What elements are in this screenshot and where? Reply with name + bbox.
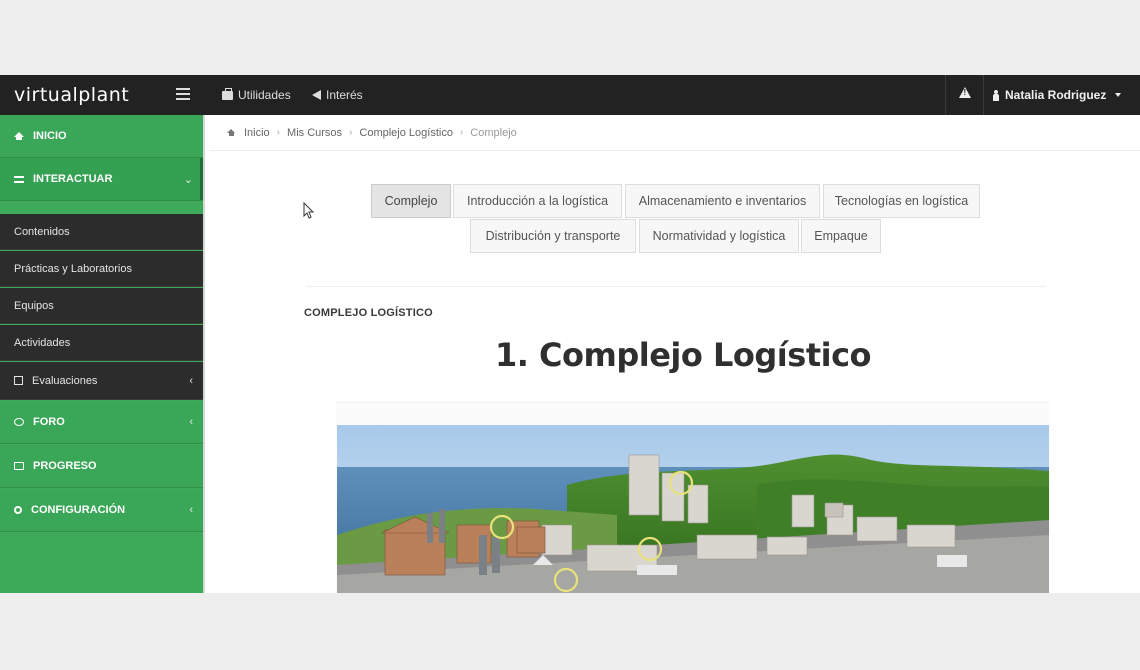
breadcrumb-separator: ›: [459, 127, 464, 138]
breadcrumb: Inicio › Mis Cursos › Complejo Logístico…: [210, 115, 1140, 151]
sidebar-item-label: INICIO: [33, 130, 67, 142]
user-menu[interactable]: Natalia Rodriguez: [993, 75, 1122, 115]
breadcrumb-separator: ›: [276, 127, 281, 138]
sidebar-item-label: PROGRESO: [33, 460, 97, 472]
warning-icon[interactable]: [959, 87, 971, 98]
sidebar-item-label: FORO: [33, 416, 65, 428]
comments-icon: [14, 418, 24, 426]
sidebar-item-label: INTERACTUAR: [33, 173, 113, 185]
sidebar-item-label: CONFIGURACIÓN: [31, 504, 126, 516]
page-title: 1. Complejo Logístico: [494, 336, 872, 374]
chevron-down-icon: ⌄: [183, 173, 193, 186]
sidebar-item-label: Evaluaciones: [32, 374, 98, 387]
section-label: COMPLEJO LOGÍSTICO: [304, 307, 433, 319]
briefcase-icon: [222, 87, 233, 100]
navbar-divider: [945, 75, 946, 115]
edit-icon: [14, 376, 23, 385]
exchange-icon: [14, 175, 24, 184]
home-icon: [14, 131, 24, 140]
chart-icon: [14, 462, 24, 470]
chevron-left-icon: ‹: [189, 374, 193, 387]
logo[interactable]: virtualplant: [14, 84, 129, 106]
user-icon: [993, 89, 999, 101]
tab-tecnologias[interactable]: Tecnologías en logística: [823, 184, 980, 218]
breadcrumb-current: Complejo: [470, 126, 517, 139]
menu-interes-label: Interés: [326, 88, 363, 102]
main-content: Inicio › Mis Cursos › Complejo Logístico…: [210, 115, 1140, 593]
home-icon: [227, 128, 235, 136]
logistics-complex-image: [337, 425, 1049, 593]
tab-almacenamiento[interactable]: Almacenamiento e inventarios: [625, 184, 820, 218]
top-navbar: virtualplant Utilidades Interés Natalia …: [0, 75, 1140, 115]
sidebar-item-progreso[interactable]: PROGRESO: [0, 445, 203, 488]
sidebar-item-label: Contenidos: [14, 225, 70, 238]
breadcrumb-complejo-logistico[interactable]: Complejo Logístico: [359, 127, 453, 139]
breadcrumb-mis-cursos[interactable]: Mis Cursos: [287, 127, 342, 139]
sidebar-item-interactuar[interactable]: INTERACTUAR ⌄: [0, 158, 203, 201]
tab-distribucion[interactable]: Distribución y transporte: [470, 219, 636, 253]
sidebar-item-inicio[interactable]: INICIO: [0, 115, 203, 158]
tab-empaque[interactable]: Empaque: [801, 219, 881, 253]
breadcrumb-separator: ›: [349, 127, 353, 138]
sidebar-item-equipos[interactable]: Equipos: [0, 288, 203, 324]
tab-introduccion[interactable]: Introducción a la logística: [453, 184, 622, 218]
section-divider: [306, 286, 1046, 287]
menu-utilidades[interactable]: Utilidades: [222, 75, 291, 115]
user-name: Natalia Rodriguez: [1005, 88, 1107, 102]
cogs-icon: [14, 506, 22, 514]
tab-complejo[interactable]: Complejo: [371, 184, 451, 218]
sidebar-item-label: Actividades: [14, 336, 71, 349]
bullhorn-icon: [312, 90, 321, 100]
sidebar-item-contenidos[interactable]: Contenidos: [0, 214, 203, 250]
sidebar-item-label: Prácticas y Laboratorios: [14, 262, 132, 275]
menu-toggle-icon[interactable]: [176, 85, 190, 103]
sidebar-item-label: Equipos: [14, 299, 54, 312]
sidebar-item-configuracion[interactable]: CONFIGURACIÓN ‹: [0, 489, 203, 532]
chevron-left-icon: ‹: [189, 504, 193, 516]
sidebar-resize-handle[interactable]: [203, 115, 205, 593]
sidebar-item-evaluaciones[interactable]: Evaluaciones ‹: [0, 362, 203, 400]
sidebar: INICIO INTERACTUAR ⌄ Contenidos Práctica…: [0, 115, 205, 593]
app-window: virtualplant Utilidades Interés Natalia …: [0, 75, 1140, 593]
sidebar-item-actividades[interactable]: Actividades: [0, 325, 203, 361]
menu-interes[interactable]: Interés: [312, 75, 363, 115]
sidebar-item-foro[interactable]: FORO ‹: [0, 401, 203, 444]
navbar-divider: [983, 75, 984, 115]
menu-utilidades-label: Utilidades: [238, 88, 291, 102]
chevron-left-icon: ‹: [189, 416, 193, 428]
breadcrumb-inicio[interactable]: Inicio: [244, 127, 270, 139]
caret-down-icon: [1115, 93, 1122, 97]
sidebar-item-practicas[interactable]: Prácticas y Laboratorios: [0, 251, 203, 287]
tab-normatividad[interactable]: Normatividad y logística: [639, 219, 799, 253]
